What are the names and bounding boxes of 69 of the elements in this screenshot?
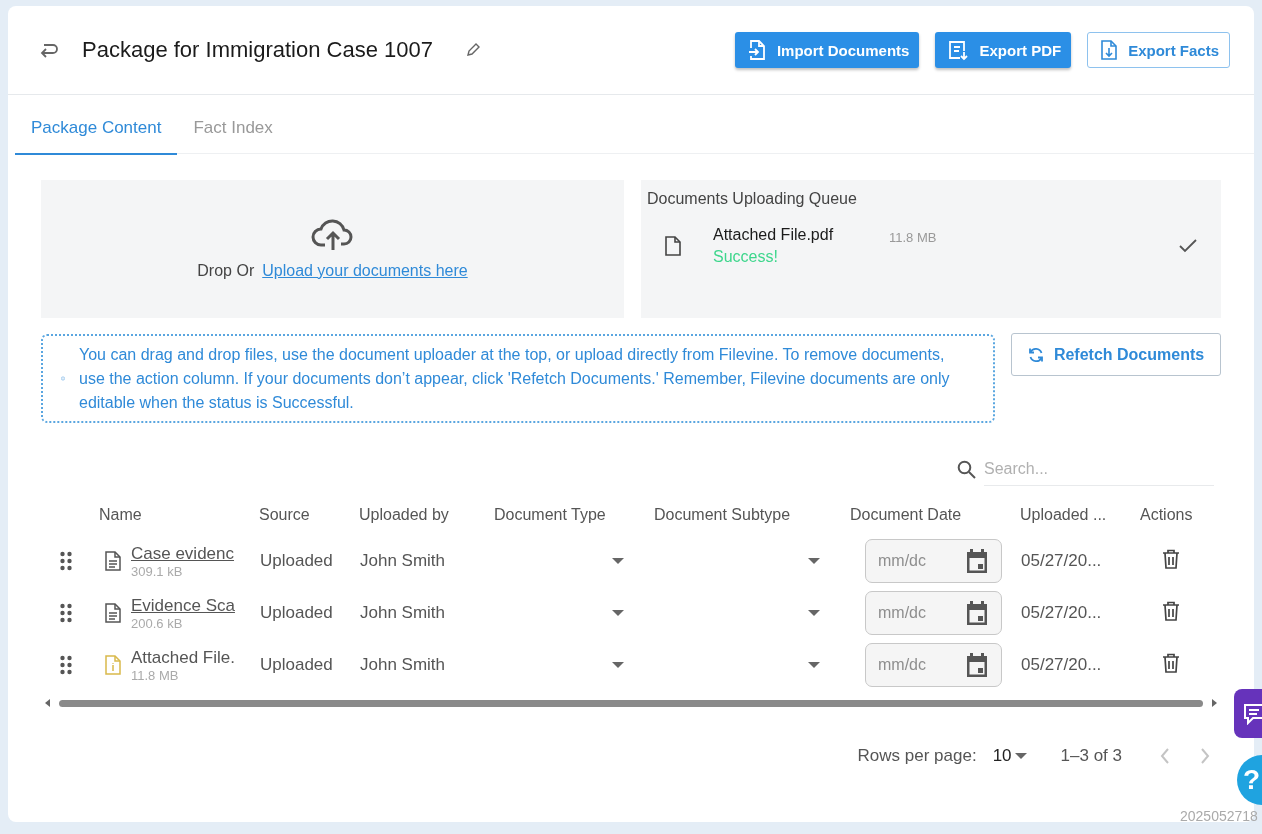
file-download-icon [1100,39,1119,61]
column-header[interactable]: Document Date [842,506,1012,524]
caret-icon [808,609,820,617]
column-header[interactable]: Name [91,506,251,524]
caret-icon [612,609,624,617]
chat-button[interactable] [1234,689,1262,738]
page-range: 1–3 of 3 [1060,746,1122,766]
upload-status: Success! [713,248,779,266]
back-arrow-icon[interactable] [38,41,60,59]
caret-icon [1014,752,1027,760]
table-cell-text: 05/27/20... [1020,603,1103,623]
calendar-icon[interactable] [965,652,989,678]
file-size: 309.1 kB [131,563,184,579]
caret-icon [612,557,624,565]
info-text: You can drag and drop files, use the document uploader at the top, or upload directly from Filevine. To remove documents, use the action column. If your documents don’t appear, click 'Refetch Documents.' Remember, Filevine documents are only editable when the status is Successful. [79,344,951,413]
file-link[interactable]: Evidence Sca [131,595,235,616]
file-name: Attached File.pdf [713,226,835,244]
version-label: 2025052718 [1180,808,1258,824]
column-header[interactable]: Document Type [486,506,646,524]
page-title: Package for Immigration Case 1007 [82,37,433,63]
refetch-button[interactable]: Refetch Documents [1011,333,1221,376]
calendar-icon[interactable] [965,548,989,574]
caret-icon [808,661,820,669]
calendar-icon[interactable] [965,600,989,626]
trash-icon[interactable] [1162,548,1180,569]
caret-icon [612,661,624,669]
tab[interactable]: Package Content [15,109,178,155]
refresh-icon [1027,346,1044,363]
drop-label: Drop Or [197,262,255,280]
table-cell-text: John Smith [359,655,447,675]
table-cell-text: Uploaded [259,655,334,675]
drag-handle-icon[interactable] [60,655,72,675]
table-cell-text: John Smith [359,551,447,571]
document-icon [105,551,121,571]
outline-button[interactable]: Export Facts [1087,32,1230,68]
document-download-icon [947,39,970,61]
table-cell-text: Uploaded [259,603,334,623]
file-size: 200.6 kB [131,615,184,631]
caret-icon [808,557,820,565]
column-header[interactable]: Actions [1132,506,1215,524]
search-icon [957,459,976,479]
drag-handle-icon[interactable] [60,551,72,571]
file-size: 11.8 MB [131,667,180,683]
drag-handle-icon[interactable] [60,603,72,623]
table-cell-text: Uploaded [259,551,334,571]
column-header[interactable]: Document Subtype [646,506,842,524]
info-document-icon [105,655,121,675]
column-header[interactable]: Source [251,506,351,524]
rows-per-page-select[interactable]: 10 [992,746,1027,766]
file-name: Attached File. [131,647,235,668]
file-link[interactable]: Case evidenc [131,543,234,564]
file-icon [665,236,681,256]
queue-title: Documents Uploading Queue [647,190,858,208]
search-field[interactable]: Search... [984,452,1214,486]
trash-icon[interactable] [1162,600,1180,621]
file-size: 11.8 MB [889,230,938,245]
file-arrow-icon [746,39,767,61]
pencil-icon[interactable] [464,42,481,58]
table-cell-text: 05/27/20... [1020,551,1103,571]
trash-icon[interactable] [1162,652,1180,673]
info-icon [61,374,65,383]
rows-per-page-label: Rows per page: [857,746,977,766]
document-icon [105,603,121,623]
upload-drop-zone[interactable]: Drop Or Upload your documents here [41,180,624,318]
column-header[interactable]: Uploaded ... [1012,506,1132,524]
chat-icon [1243,702,1262,725]
table-cell-text: 05/27/20... [1020,655,1103,675]
table-cell-text: John Smith [359,603,447,623]
column-header[interactable]: Uploaded by [351,506,486,524]
